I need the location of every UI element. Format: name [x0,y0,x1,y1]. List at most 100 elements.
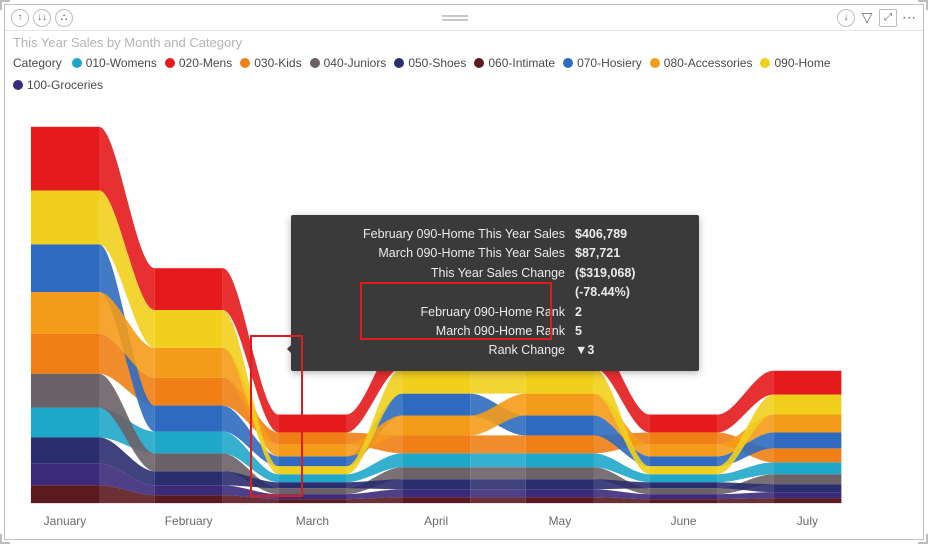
ribbon-bar-segment[interactable] [278,474,346,482]
ribbon-bar-segment[interactable] [650,444,718,456]
ribbon-bar-segment[interactable] [773,462,841,474]
focus-mode-icon[interactable]: ⤢ [879,9,897,27]
ribbon-bar-segment[interactable] [278,456,346,466]
ribbon-bar-segment[interactable] [402,479,470,489]
ribbon-bar-segment[interactable] [31,408,99,438]
ribbon-connector[interactable] [470,489,526,497]
ribbon-bar-segment[interactable] [155,406,223,432]
ribbon-bar-segment[interactable] [773,371,841,395]
x-axis-label: June [671,514,697,528]
ribbon-bar-segment[interactable] [278,482,346,488]
ribbon-bar-segment[interactable] [278,444,346,456]
ribbon-bar-segment[interactable] [31,244,99,292]
ribbon-bar-segment[interactable] [402,497,470,503]
ribbon-bar-segment[interactable] [278,494,346,499]
visual-header: ↑ ↓↓ ⛬ ↓ ▽ ⤢ ⋯ [5,5,923,31]
ribbon-bar-segment[interactable] [31,334,99,374]
ribbon-bar-segment[interactable] [526,489,594,497]
ribbon-bar-segment[interactable] [155,268,223,310]
legend-item-070[interactable]: 070-Hosiery [563,56,642,70]
ribbon-bar-segment[interactable] [155,310,223,348]
ribbon-bar-segment[interactable] [773,498,841,503]
ribbon-bar-segment[interactable] [402,394,470,416]
ribbon-bar-segment[interactable] [526,467,594,479]
legend-swatch [563,58,573,68]
legend-item-040[interactable]: 040-Juniors [310,56,387,70]
tooltip: February 090-Home This Year Sales$406,78… [291,215,699,371]
ribbon-bar-segment[interactable] [155,348,223,378]
ribbon-connector[interactable] [470,368,526,394]
ribbon-bar-segment[interactable] [402,435,470,453]
legend-item-030[interactable]: 030-Kids [240,56,301,70]
ribbon-bar-segment[interactable] [31,374,99,408]
ribbon-bar-segment[interactable] [31,292,99,334]
more-options-icon[interactable]: ⋯ [901,10,917,26]
drag-grip-icon[interactable] [442,15,468,21]
ribbon-bar-segment[interactable] [773,415,841,433]
legend-item-090[interactable]: 090-Home [760,56,830,70]
ribbon-bar-segment[interactable] [31,127,99,191]
ribbon-bar-segment[interactable] [155,378,223,406]
ribbon-connector[interactable] [470,467,526,479]
ribbon-bar-segment[interactable] [526,435,594,453]
ribbon-bar-segment[interactable] [526,368,594,394]
ribbon-bar-segment[interactable] [650,415,718,433]
legend-item-010[interactable]: 010-Womens [72,56,157,70]
ribbon-bar-segment[interactable] [650,488,718,494]
ribbon-bar-segment[interactable] [31,191,99,245]
ribbon-bar-segment[interactable] [526,497,594,503]
ribbon-bar-segment[interactable] [155,485,223,495]
ribbon-connector[interactable] [470,479,526,489]
ribbon-bar-segment[interactable] [278,432,346,444]
x-axis-label: April [424,514,448,528]
ribbon-bar-segment[interactable] [155,495,223,503]
ribbon-bar-segment[interactable] [773,448,841,462]
ribbon-bar-segment[interactable] [650,482,718,488]
ribbon-connector[interactable] [470,435,526,453]
drill-down-icon[interactable]: ↓↓ [33,9,51,27]
ribbon-bar-segment[interactable] [31,485,99,503]
ribbon-bar-segment[interactable] [650,499,718,503]
ribbon-bar-segment[interactable] [773,484,841,492]
drill-up-icon[interactable]: ↑ [11,9,29,27]
ribbon-bar-segment[interactable] [402,453,470,467]
ribbon-bar-segment[interactable] [155,431,223,453]
filter-icon[interactable]: ▽ [859,10,875,26]
ribbon-bar-segment[interactable] [526,479,594,489]
ribbon-bar-segment[interactable] [526,394,594,416]
ribbon-bar-segment[interactable] [278,499,346,503]
ribbon-bar-segment[interactable] [278,466,346,474]
legend-item-080[interactable]: 080-Accessories [650,56,753,70]
legend-item-020[interactable]: 020-Mens [165,56,232,70]
ribbon-bar-segment[interactable] [402,416,470,436]
ribbon-bar-segment[interactable] [650,494,718,499]
export-icon[interactable]: ↓ [837,9,855,27]
ribbon-connector[interactable] [470,453,526,467]
legend-item-060[interactable]: 060-Intimate [474,56,555,70]
ribbon-connector[interactable] [470,497,526,503]
ribbon-bar-segment[interactable] [773,474,841,484]
ribbon-bar-segment[interactable] [402,489,470,497]
ribbon-bar-segment[interactable] [650,474,718,482]
x-axis-label: May [549,514,572,528]
legend-swatch [760,58,770,68]
ribbon-bar-segment[interactable] [526,453,594,467]
ribbon-bar-segment[interactable] [278,488,346,494]
ribbon-bar-segment[interactable] [31,463,99,485]
tooltip-label: February 090-Home This Year Sales [305,225,565,244]
legend-item-050[interactable]: 050-Shoes [394,56,466,70]
ribbon-bar-segment[interactable] [773,432,841,448]
ribbon-bar-segment[interactable] [773,492,841,498]
ribbon-bar-segment[interactable] [650,432,718,444]
ribbon-bar-segment[interactable] [526,416,594,436]
ribbon-bar-segment[interactable] [155,471,223,485]
ribbon-bar-segment[interactable] [278,415,346,433]
ribbon-bar-segment[interactable] [402,368,470,394]
expand-hierarchy-icon[interactable]: ⛬ [55,9,73,27]
ribbon-bar-segment[interactable] [650,456,718,466]
ribbon-bar-segment[interactable] [650,466,718,474]
ribbon-bar-segment[interactable] [773,395,841,415]
ribbon-bar-segment[interactable] [402,467,470,479]
ribbon-bar-segment[interactable] [31,437,99,463]
ribbon-bar-segment[interactable] [155,453,223,471]
